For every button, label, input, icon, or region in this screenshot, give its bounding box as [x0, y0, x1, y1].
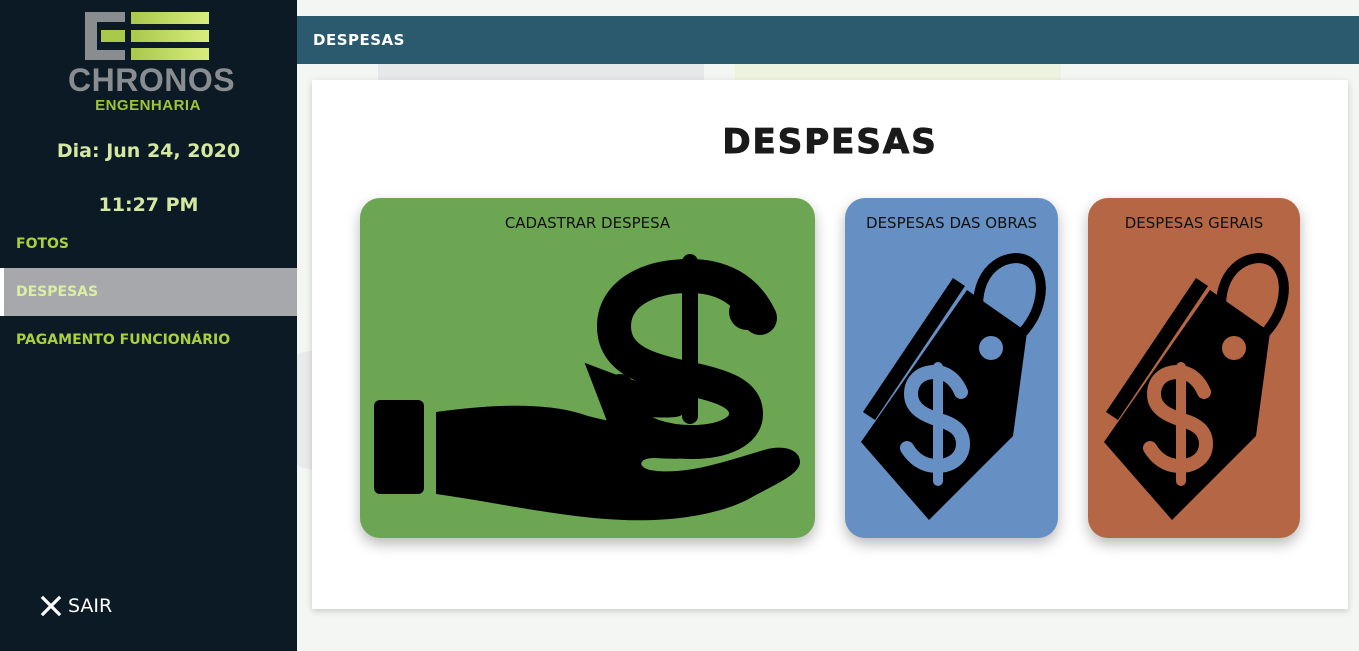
- despesas-gerais-tile[interactable]: DESPESAS GERAIS: [1088, 198, 1300, 538]
- main-card: DESPESAS CADASTRAR DESPESA DESPESAS DAS …: [312, 80, 1348, 609]
- logo-name: CHRONOS: [68, 62, 236, 98]
- price-tag-dollar-icon: [1104, 252, 1289, 520]
- cadastrar-despesa-tile[interactable]: CADASTRAR DESPESA: [360, 198, 815, 538]
- sidebar-item-fotos[interactable]: FOTOS: [0, 220, 297, 268]
- tile-label: DESPESAS GERAIS: [1124, 214, 1264, 232]
- page-title: DESPESAS: [313, 31, 405, 49]
- price-tag-dollar-icon: [861, 252, 1046, 520]
- logout-button[interactable]: SAIR: [40, 595, 112, 617]
- logo-subtitle: ENGENHARIA: [95, 97, 201, 114]
- sidebar-item-pagamento-funcionario[interactable]: PAGAMENTO FUNCIONÁRIO: [0, 316, 297, 364]
- section-heading: DESPESAS: [722, 122, 938, 163]
- sidebar: CHRONOS ENGENHARIA Dia: Jun 24, 2020 11:…: [0, 0, 297, 651]
- logo-mark-icon: [85, 12, 209, 60]
- current-time: 11:27 PM: [98, 194, 199, 216]
- logout-label: SAIR: [68, 595, 113, 617]
- despesas-obras-tile[interactable]: DESPESAS DAS OBRAS: [845, 198, 1058, 538]
- sidebar-nav: FOTOS DESPESAS PAGAMENTO FUNCIONÁRIO: [0, 220, 297, 364]
- close-icon: [40, 595, 62, 617]
- current-date: Dia: Jun 24, 2020: [56, 140, 241, 162]
- company-logo: CHRONOS ENGENHARIA: [68, 10, 236, 120]
- hand-dollar-icon: [374, 254, 800, 521]
- tile-label: DESPESAS DAS OBRAS: [866, 214, 1037, 232]
- tile-label: CADASTRAR DESPESA: [504, 214, 671, 232]
- sidebar-item-despesas[interactable]: DESPESAS: [0, 268, 297, 316]
- top-bar: DESPESAS: [297, 16, 1359, 64]
